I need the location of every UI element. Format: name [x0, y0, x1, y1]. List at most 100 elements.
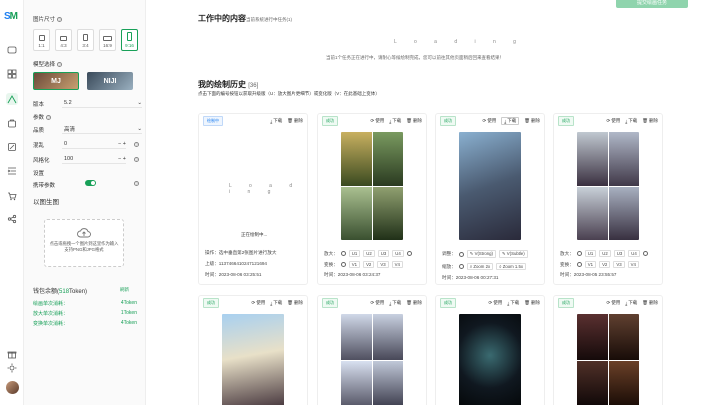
- use-button[interactable]: ⟳ 使用: [607, 118, 621, 124]
- result-image[interactable]: [577, 132, 639, 240]
- result-image[interactable]: [577, 314, 639, 405]
- download-button[interactable]: ⤓ 下载: [501, 117, 520, 125]
- share-icon[interactable]: [6, 213, 18, 225]
- u4-button[interactable]: U4: [392, 250, 404, 257]
- result-image[interactable]: [341, 314, 403, 405]
- u1-button[interactable]: U1: [348, 250, 361, 257]
- working-loading: L o a d i n g: [394, 39, 524, 45]
- download-button[interactable]: ⤓ 下载: [270, 118, 282, 124]
- stepper-icon[interactable]: − +: [118, 156, 126, 162]
- refresh-icon[interactable]: [576, 251, 582, 256]
- result-image[interactable]: [459, 314, 521, 405]
- delete-button[interactable]: 🗑 删除: [287, 118, 303, 124]
- delete-button[interactable]: 🗑 删除: [524, 117, 540, 125]
- app-logo[interactable]: SM: [4, 11, 18, 22]
- version-select[interactable]: 5.2 ⌄: [62, 99, 142, 108]
- zoom-1-5x-button[interactable]: ⌕ Zoom 1.5x: [496, 263, 527, 270]
- history-title: 我的绘制历史 [36]: [198, 80, 259, 89]
- reroll-icon[interactable]: [406, 251, 412, 256]
- v4-button[interactable]: V4: [627, 261, 639, 268]
- download-button[interactable]: ⤓ 下载: [389, 300, 401, 306]
- quality-label: 品质: [33, 128, 45, 134]
- u3-button[interactable]: U3: [613, 250, 626, 257]
- sun-icon[interactable]: [6, 362, 18, 374]
- v4-button[interactable]: V4: [391, 261, 403, 268]
- delete-button[interactable]: 🗑 删除: [406, 300, 422, 306]
- wallet-refresh-link[interactable]: 刷新: [120, 287, 129, 293]
- refresh-icon[interactable]: [458, 251, 464, 257]
- stylize-input[interactable]: 100− +: [62, 155, 126, 164]
- result-image[interactable]: [341, 132, 403, 240]
- delete-button[interactable]: 🗑 删除: [642, 300, 658, 306]
- ratio-3-4[interactable]: 3:4: [77, 29, 94, 51]
- info-icon: ?: [46, 114, 52, 120]
- variation-row: 变换： V1 V2 V3 V4: [560, 261, 639, 268]
- download-button[interactable]: ⤓ 下载: [507, 300, 519, 306]
- delete-button[interactable]: 🗑 删除: [287, 300, 303, 306]
- refresh-icon[interactable]: [340, 262, 346, 267]
- v2-button[interactable]: V2: [599, 261, 611, 268]
- bag-icon[interactable]: [6, 117, 18, 129]
- info-icon: ?: [57, 61, 63, 67]
- upload-dropzone[interactable]: 点击或拖拽一个图片到这里作为输入 支持PNG和JPG格式: [44, 219, 124, 267]
- upload-format-hint: 支持PNG和JPG格式: [64, 247, 104, 252]
- zoom-2x-button[interactable]: ⌕ Zoom 2x: [466, 263, 494, 270]
- stepper-icon[interactable]: − +: [118, 141, 126, 147]
- paint-icon[interactable]: [6, 93, 18, 105]
- cart-icon[interactable]: [6, 190, 18, 202]
- user-avatar[interactable]: [6, 381, 19, 394]
- nav-rail: SM: [0, 0, 24, 405]
- ratio-1-1[interactable]: 1:1: [33, 29, 50, 51]
- download-button[interactable]: ⤓ 下载: [270, 300, 282, 306]
- refresh-icon[interactable]: [340, 251, 346, 256]
- u1-button[interactable]: U1: [584, 250, 597, 257]
- download-button[interactable]: ⤓ 下载: [625, 118, 637, 124]
- delete-button[interactable]: 🗑 删除: [642, 118, 658, 124]
- result-image[interactable]: [459, 132, 521, 240]
- model-mj[interactable]: MJ: [33, 72, 79, 90]
- card-progress: 正在绘制中...: [241, 232, 268, 237]
- submit-task-button[interactable]: 提交绘画任务: [616, 0, 688, 8]
- v2-button[interactable]: V2: [363, 261, 375, 268]
- v1-button[interactable]: V1: [584, 261, 597, 268]
- u3-button[interactable]: U3: [377, 250, 390, 257]
- chaos-input[interactable]: 0− +: [62, 140, 126, 149]
- use-button[interactable]: ⟳ 使用: [252, 300, 266, 306]
- upscale-row: 放大： U1 U2 U3 U4: [560, 250, 648, 257]
- indent-icon[interactable]: [6, 165, 18, 177]
- ratio-4-3[interactable]: 4:3: [55, 29, 72, 51]
- quality-select[interactable]: 高清 ⌄: [62, 125, 142, 134]
- refresh-icon[interactable]: [458, 264, 464, 269]
- u4-button[interactable]: U4: [628, 250, 640, 257]
- v-strong-button[interactable]: ✎ V(Strong): [466, 250, 496, 258]
- u2-button[interactable]: U2: [363, 250, 375, 257]
- result-image[interactable]: [222, 314, 284, 405]
- u2-button[interactable]: U2: [599, 250, 611, 257]
- carry-params-toggle[interactable]: [85, 180, 96, 186]
- grid-icon[interactable]: [6, 68, 18, 80]
- use-button[interactable]: ⟳ 使用: [489, 300, 503, 306]
- v3-button[interactable]: V3: [613, 261, 625, 268]
- gift-icon[interactable]: [6, 348, 18, 360]
- ratio-16-9[interactable]: 16:9: [99, 29, 116, 51]
- use-button[interactable]: ⟳ 使用: [371, 118, 385, 124]
- delete-button[interactable]: 🗑 删除: [524, 300, 540, 306]
- download-button[interactable]: ⤓ 下载: [389, 118, 401, 124]
- model-niji[interactable]: NIJI: [87, 72, 133, 90]
- ratio-9-16[interactable]: 9:16: [121, 29, 138, 51]
- v3-button[interactable]: V3: [377, 261, 389, 268]
- wallet-balance: 钱包余额(518Token): [33, 289, 88, 295]
- download-button[interactable]: ⤓ 下载: [625, 300, 637, 306]
- use-button[interactable]: ⟳ 使用: [371, 300, 385, 306]
- v1-button[interactable]: V1: [348, 261, 361, 268]
- status-badge: 成功: [322, 116, 338, 126]
- refresh-icon[interactable]: [576, 262, 582, 267]
- v-subtle-button[interactable]: ✎ V(Subtle): [498, 250, 528, 258]
- chaos-label: 混乱: [33, 143, 45, 149]
- reroll-icon[interactable]: [642, 251, 648, 256]
- chat-icon[interactable]: [6, 44, 18, 56]
- edit-icon[interactable]: [6, 141, 18, 153]
- delete-button[interactable]: 🗑 删除: [406, 118, 422, 124]
- use-button[interactable]: ⟳ 使用: [607, 300, 621, 306]
- use-button[interactable]: ⟳ 使用: [483, 117, 497, 125]
